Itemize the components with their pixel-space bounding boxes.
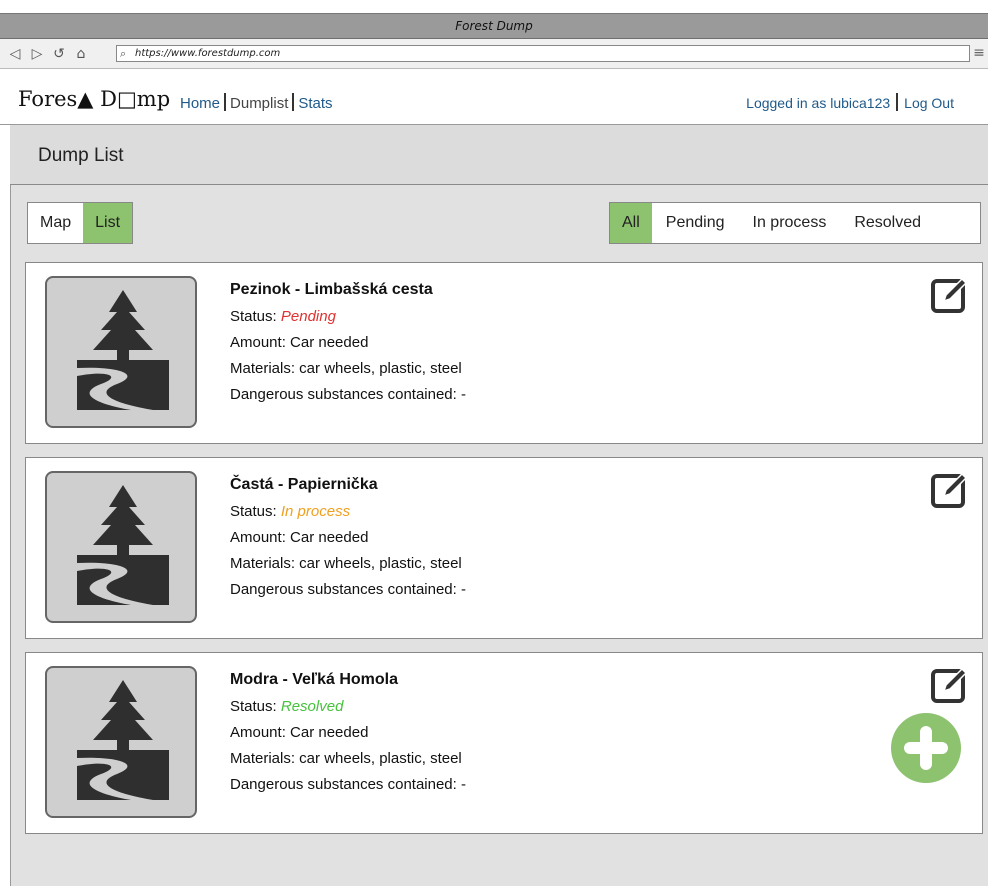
browser-nav-icons: ◁ ▷ ↺ ⌂ — [6, 45, 90, 63]
status-label: Status: — [230, 698, 277, 715]
refresh-icon[interactable]: ↺ — [50, 45, 68, 63]
dump-card[interactable]: Modra - Veľká Homola Status: Resolved Am… — [25, 652, 983, 834]
user-area: Logged in as lubica123 Log Out — [746, 93, 954, 111]
dump-info: Modra - Veľká Homola Status: Resolved Am… — [230, 671, 466, 802]
logo-text: Fores▲ D□mp — [18, 87, 171, 111]
home-icon[interactable]: ⌂ — [72, 45, 90, 63]
menu-icon[interactable]: ≡ — [972, 45, 986, 61]
dump-amount: Amount: Car needed — [230, 529, 369, 546]
dump-title: Modra - Veľká Homola — [230, 671, 398, 688]
view-map-button[interactable]: Map — [28, 203, 83, 243]
filter-resolved[interactable]: Resolved — [840, 203, 935, 243]
view-list-button[interactable]: List — [83, 203, 133, 243]
filter-pending[interactable]: Pending — [652, 203, 739, 243]
nav-dumplist[interactable]: Dumplist — [230, 95, 288, 112]
browser-toolbar: ◁ ▷ ↺ ⌂ ⌕ https://www.forestdump.com ≡ — [0, 39, 988, 69]
back-icon[interactable]: ◁ — [6, 45, 24, 63]
dump-card[interactable]: Častá - Papiernička Status: In process A… — [25, 457, 983, 639]
dump-amount: Amount: Car needed — [230, 334, 369, 351]
status-value: Resolved — [280, 698, 344, 715]
app-header: Fores▲ D□mp Home Dumplist Stats Logged in … — [0, 69, 988, 125]
tree-road-icon — [77, 485, 169, 605]
edit-icon[interactable] — [930, 665, 970, 705]
nav-home[interactable]: Home — [180, 95, 220, 112]
dump-thumbnail — [45, 276, 197, 428]
logged-in-label: Logged in as lubica123 — [746, 95, 891, 111]
filter-all[interactable]: All — [610, 203, 652, 243]
status-label: Status: — [230, 503, 277, 520]
address-bar[interactable]: ⌕ https://www.forestdump.com — [116, 45, 970, 62]
dump-thumbnail — [45, 666, 197, 818]
dump-status: Status: Pending — [230, 308, 466, 325]
status-filter: All Pending In process Resolved — [609, 202, 981, 244]
dump-title: Častá - Papiernička — [230, 476, 378, 493]
dump-materials: Materials: car wheels, plastic, steel — [230, 750, 462, 767]
window-top-caption — [0, 0, 988, 13]
dump-dangerous: Dangerous substances contained: - — [230, 581, 466, 598]
dump-status: Status: In process — [230, 503, 466, 520]
address-text: https://www.forestdump.com — [135, 48, 281, 59]
dump-info: Častá - Papiernička Status: In process A… — [230, 476, 466, 607]
forward-icon[interactable]: ▷ — [28, 45, 46, 63]
edit-icon[interactable] — [930, 275, 970, 315]
nav-separator — [292, 93, 295, 111]
status-value: In process — [280, 503, 351, 520]
dump-materials: Materials: car wheels, plastic, steel — [230, 555, 462, 572]
page-header: Dump List — [10, 125, 988, 185]
dump-title: Pezinok - Limbašská cesta — [230, 281, 433, 298]
user-separator — [896, 93, 899, 111]
main-nav: Home Dumplist Stats — [180, 93, 333, 112]
filter-in-process[interactable]: In process — [739, 203, 841, 243]
site-logo[interactable]: Fores▲ D□mp — [18, 87, 170, 111]
tree-road-icon — [77, 290, 169, 410]
nav-stats[interactable]: Stats — [298, 95, 332, 112]
dump-amount: Amount: Car needed — [230, 724, 369, 741]
dump-dangerous: Dangerous substances contained: - — [230, 776, 466, 793]
search-icon: ⌕ — [120, 47, 127, 60]
edit-icon[interactable] — [930, 470, 970, 510]
add-icon — [904, 726, 948, 770]
dump-status: Status: Resolved — [230, 698, 466, 715]
main-content: Map List All Pending In process Resolved… — [10, 185, 988, 886]
view-toggle: Map List — [27, 202, 134, 244]
dump-thumbnail — [45, 471, 197, 623]
dump-card[interactable]: Pezinok - Limbašská cesta Status: Pendin… — [25, 262, 983, 444]
status-label: Status: — [230, 308, 277, 325]
nav-separator — [224, 93, 227, 111]
dump-info: Pezinok - Limbašská cesta Status: Pendin… — [230, 281, 466, 412]
logout-link[interactable]: Log Out — [904, 95, 954, 111]
window-title-bar: Forest Dump — [0, 13, 988, 39]
add-dump-button[interactable] — [891, 713, 961, 783]
window-title: Forest Dump — [455, 19, 533, 33]
status-value: Pending — [280, 308, 336, 325]
dump-dangerous: Dangerous substances contained: - — [230, 386, 466, 403]
dump-materials: Materials: car wheels, plastic, steel — [230, 360, 462, 377]
tree-road-icon — [77, 680, 169, 800]
page-title: Dump List — [38, 145, 124, 166]
